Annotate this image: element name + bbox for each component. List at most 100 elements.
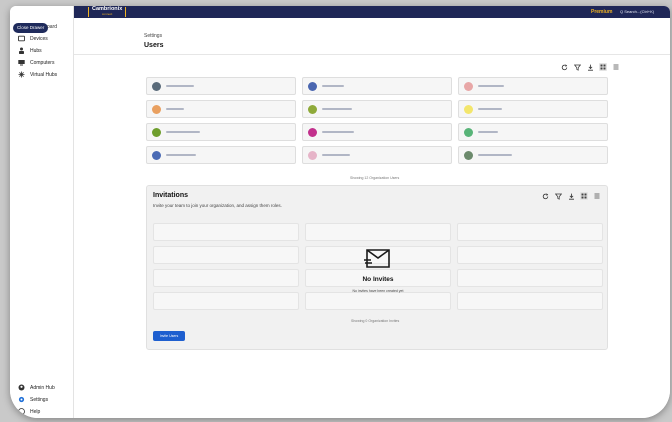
user-name-redacted — [166, 131, 200, 133]
empty-state: No Invites No invites have been created … — [323, 246, 433, 293]
user-avatar — [464, 127, 473, 137]
premium-badge[interactable]: Premium — [591, 9, 612, 15]
breadcrumb[interactable]: Settings — [144, 33, 162, 39]
user-card[interactable] — [146, 77, 296, 95]
user-name-redacted — [478, 154, 512, 156]
user-avatar — [308, 104, 317, 114]
user-name-redacted — [478, 131, 498, 133]
admin-icon — [18, 384, 25, 391]
user-card[interactable] — [458, 123, 608, 141]
user-card[interactable] — [146, 100, 296, 118]
user-avatar — [152, 150, 161, 160]
sidebar-item-label: Hubs — [30, 47, 42, 54]
invite-placeholder-card — [153, 269, 299, 287]
sidebar-item-computers[interactable]: Computers — [18, 59, 54, 66]
user-card[interactable] — [458, 77, 608, 95]
brand-subtitle: connect — [101, 12, 113, 16]
invite-placeholder-card — [153, 292, 299, 310]
user-avatar — [464, 81, 473, 91]
user-card[interactable] — [302, 123, 452, 141]
user-name-redacted — [166, 85, 194, 87]
refresh-icon[interactable] — [560, 63, 568, 71]
sidebar-item-label: Settings — [30, 396, 49, 403]
sidebar-item-label: Computers — [30, 59, 55, 66]
user-card[interactable] — [302, 100, 452, 118]
app-window: Close Drawer oard Devices Hubs Computers… — [10, 6, 670, 418]
user-card[interactable] — [302, 77, 452, 95]
user-name-redacted — [322, 154, 350, 156]
user-name-redacted — [322, 85, 344, 87]
user-name-redacted — [166, 108, 184, 110]
invitations-title: Invitations — [153, 192, 189, 199]
sidebar-item-label: Admin Hub — [30, 384, 55, 391]
help-icon — [18, 408, 25, 415]
gear-icon — [18, 396, 25, 403]
user-card[interactable] — [146, 146, 296, 164]
user-card[interactable] — [458, 100, 608, 118]
users-grid — [146, 77, 608, 164]
list-view-icon[interactable] — [612, 63, 620, 71]
sidebar: Close Drawer oard Devices Hubs Computers… — [10, 6, 74, 418]
sidebar-item-label: Help — [30, 408, 41, 415]
invites-count-text: Showing 0 Organization Invites — [351, 319, 400, 323]
invitations-toolbar — [541, 192, 601, 200]
user-avatar — [308, 150, 317, 160]
sidebar-item-label: Devices — [30, 35, 48, 42]
sidebar-item-settings[interactable]: Settings — [18, 396, 48, 403]
users-count-text: Showing 12 Organization Users — [350, 176, 400, 180]
invite-placeholder-card — [153, 246, 299, 264]
invitations-subtitle: Invite your team to join your organizati… — [153, 203, 282, 208]
invite-placeholder-card — [457, 223, 603, 241]
user-avatar — [464, 150, 473, 160]
grid-view-icon[interactable] — [580, 192, 588, 200]
envelope-icon — [323, 246, 433, 270]
invite-users-button[interactable]: Invite Users — [153, 331, 185, 341]
user-name-redacted — [478, 85, 504, 87]
user-name-redacted — [322, 108, 352, 110]
user-name-redacted — [166, 154, 196, 156]
filter-icon[interactable] — [554, 192, 562, 200]
grid-view-icon[interactable] — [599, 63, 607, 71]
user-avatar — [152, 81, 161, 91]
page-title: Users — [144, 42, 164, 49]
user-avatar — [464, 104, 473, 114]
filter-icon[interactable] — [573, 63, 581, 71]
invite-placeholder-card — [457, 246, 603, 264]
download-icon[interactable] — [567, 192, 575, 200]
sidebar-item-admin-hub[interactable]: Admin Hub — [18, 384, 55, 391]
hub-icon — [18, 47, 25, 54]
invite-placeholder-card — [457, 269, 603, 287]
divider — [74, 54, 670, 55]
sidebar-item-label: Virtual Hubs — [30, 71, 58, 78]
sidebar-item-help[interactable]: Help — [18, 408, 40, 415]
computer-icon — [18, 59, 25, 66]
refresh-icon[interactable] — [541, 192, 549, 200]
search-input[interactable]: Q Search...(Ctrl+K) — [620, 9, 654, 14]
top-bar: Cambrionix connect Premium Q Search...(C… — [74, 6, 670, 18]
dashboard-label-partial[interactable]: oard — [47, 24, 57, 30]
user-card[interactable] — [146, 123, 296, 141]
invite-placeholder-card — [457, 292, 603, 310]
user-avatar — [308, 127, 317, 137]
user-avatar — [152, 104, 161, 114]
devices-icon — [18, 35, 25, 42]
user-card[interactable] — [458, 146, 608, 164]
invite-placeholder-card — [305, 292, 451, 310]
invite-placeholder-card — [153, 223, 299, 241]
close-drawer-tooltip[interactable]: Close Drawer — [13, 23, 49, 33]
list-view-icon[interactable] — [593, 192, 601, 200]
main-content: Settings Users Showing 12 Organization U… — [74, 18, 670, 418]
download-icon[interactable] — [586, 63, 594, 71]
sidebar-item-virtual-hubs[interactable]: Virtual Hubs — [18, 71, 57, 78]
user-card[interactable] — [302, 146, 452, 164]
user-avatar — [308, 81, 317, 91]
sidebar-item-devices[interactable]: Devices — [18, 35, 48, 42]
empty-state-subtitle: No invites have been created yet — [352, 289, 404, 293]
user-name-redacted — [478, 108, 502, 110]
user-avatar — [152, 127, 161, 137]
invite-placeholder-card — [305, 223, 451, 241]
invitations-panel: Invitations Invite your team to join you… — [146, 185, 608, 350]
sidebar-item-hubs[interactable]: Hubs — [18, 47, 42, 54]
brand-logo[interactable]: Cambrionix connect — [88, 6, 127, 17]
users-toolbar — [560, 63, 620, 71]
